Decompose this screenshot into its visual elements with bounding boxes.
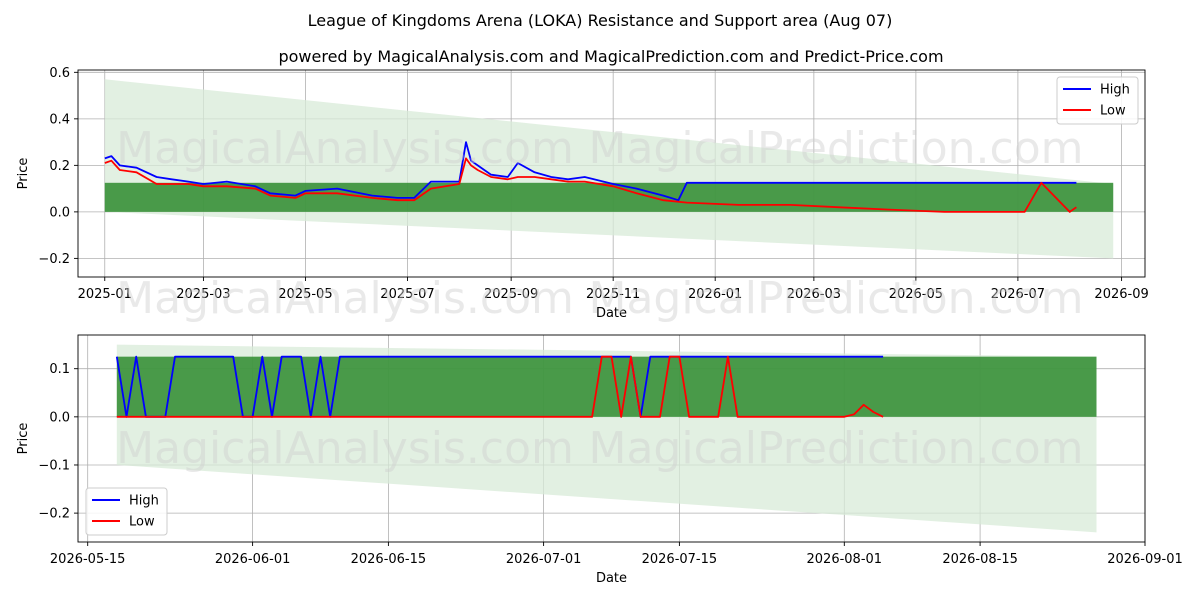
- watermark-right-bottom: MagicalPrediction.com: [589, 423, 1084, 474]
- watermark-left-bottom: MagicalAnalysis.com: [116, 423, 574, 474]
- x-tick-label: 2026-06-15: [351, 552, 427, 567]
- x-tick-label: 2026-09-01: [1107, 552, 1183, 567]
- chart-figure: League of Kingdoms Arena (LOKA) Resistan…: [16, 11, 1183, 586]
- legend-label-high: High: [129, 494, 159, 509]
- x-tick-label: 2026-07-15: [642, 552, 718, 567]
- x-tick-label: 2026-08-01: [807, 552, 883, 567]
- y-tick-label: −0.2: [38, 507, 70, 522]
- watermark-right-top: MagicalPrediction.com: [589, 123, 1084, 174]
- x-tick-label: 2026-05-15: [50, 552, 126, 567]
- y-tick-label: 0.1: [49, 362, 70, 377]
- watermark-left-top: MagicalAnalysis.com: [116, 123, 574, 174]
- x-tick-label: 2026-09: [1094, 287, 1148, 302]
- legend-label-low: Low: [1100, 104, 1126, 119]
- x-axis-label: Date: [596, 571, 627, 586]
- x-tick-label: 2026-06-01: [215, 552, 291, 567]
- y-axis-label: Price: [16, 423, 31, 455]
- subtitle: powered by MagicalAnalysis.com and Magic…: [278, 47, 943, 66]
- y-tick-label: 0.0: [49, 410, 70, 425]
- y-tick-label: 0.6: [49, 66, 70, 81]
- y-tick-label: −0.1: [38, 458, 70, 473]
- y-axis-label: Price: [16, 158, 31, 190]
- main-title: League of Kingdoms Arena (LOKA) Resistan…: [308, 11, 893, 30]
- x-tick-label: 2026-07-01: [506, 552, 582, 567]
- watermark-left-mid: MagicalAnalysis.com: [116, 273, 574, 324]
- watermark-right-mid: MagicalPrediction.com: [589, 273, 1084, 324]
- y-tick-label: 0.0: [49, 205, 70, 220]
- y-tick-label: 0.4: [49, 112, 70, 127]
- legend-label-low: Low: [129, 515, 155, 530]
- legend-label-high: High: [1100, 83, 1130, 98]
- y-tick-label: 0.2: [49, 159, 70, 174]
- x-tick-label: 2026-08-15: [942, 552, 1018, 567]
- y-tick-label: −0.2: [38, 252, 70, 267]
